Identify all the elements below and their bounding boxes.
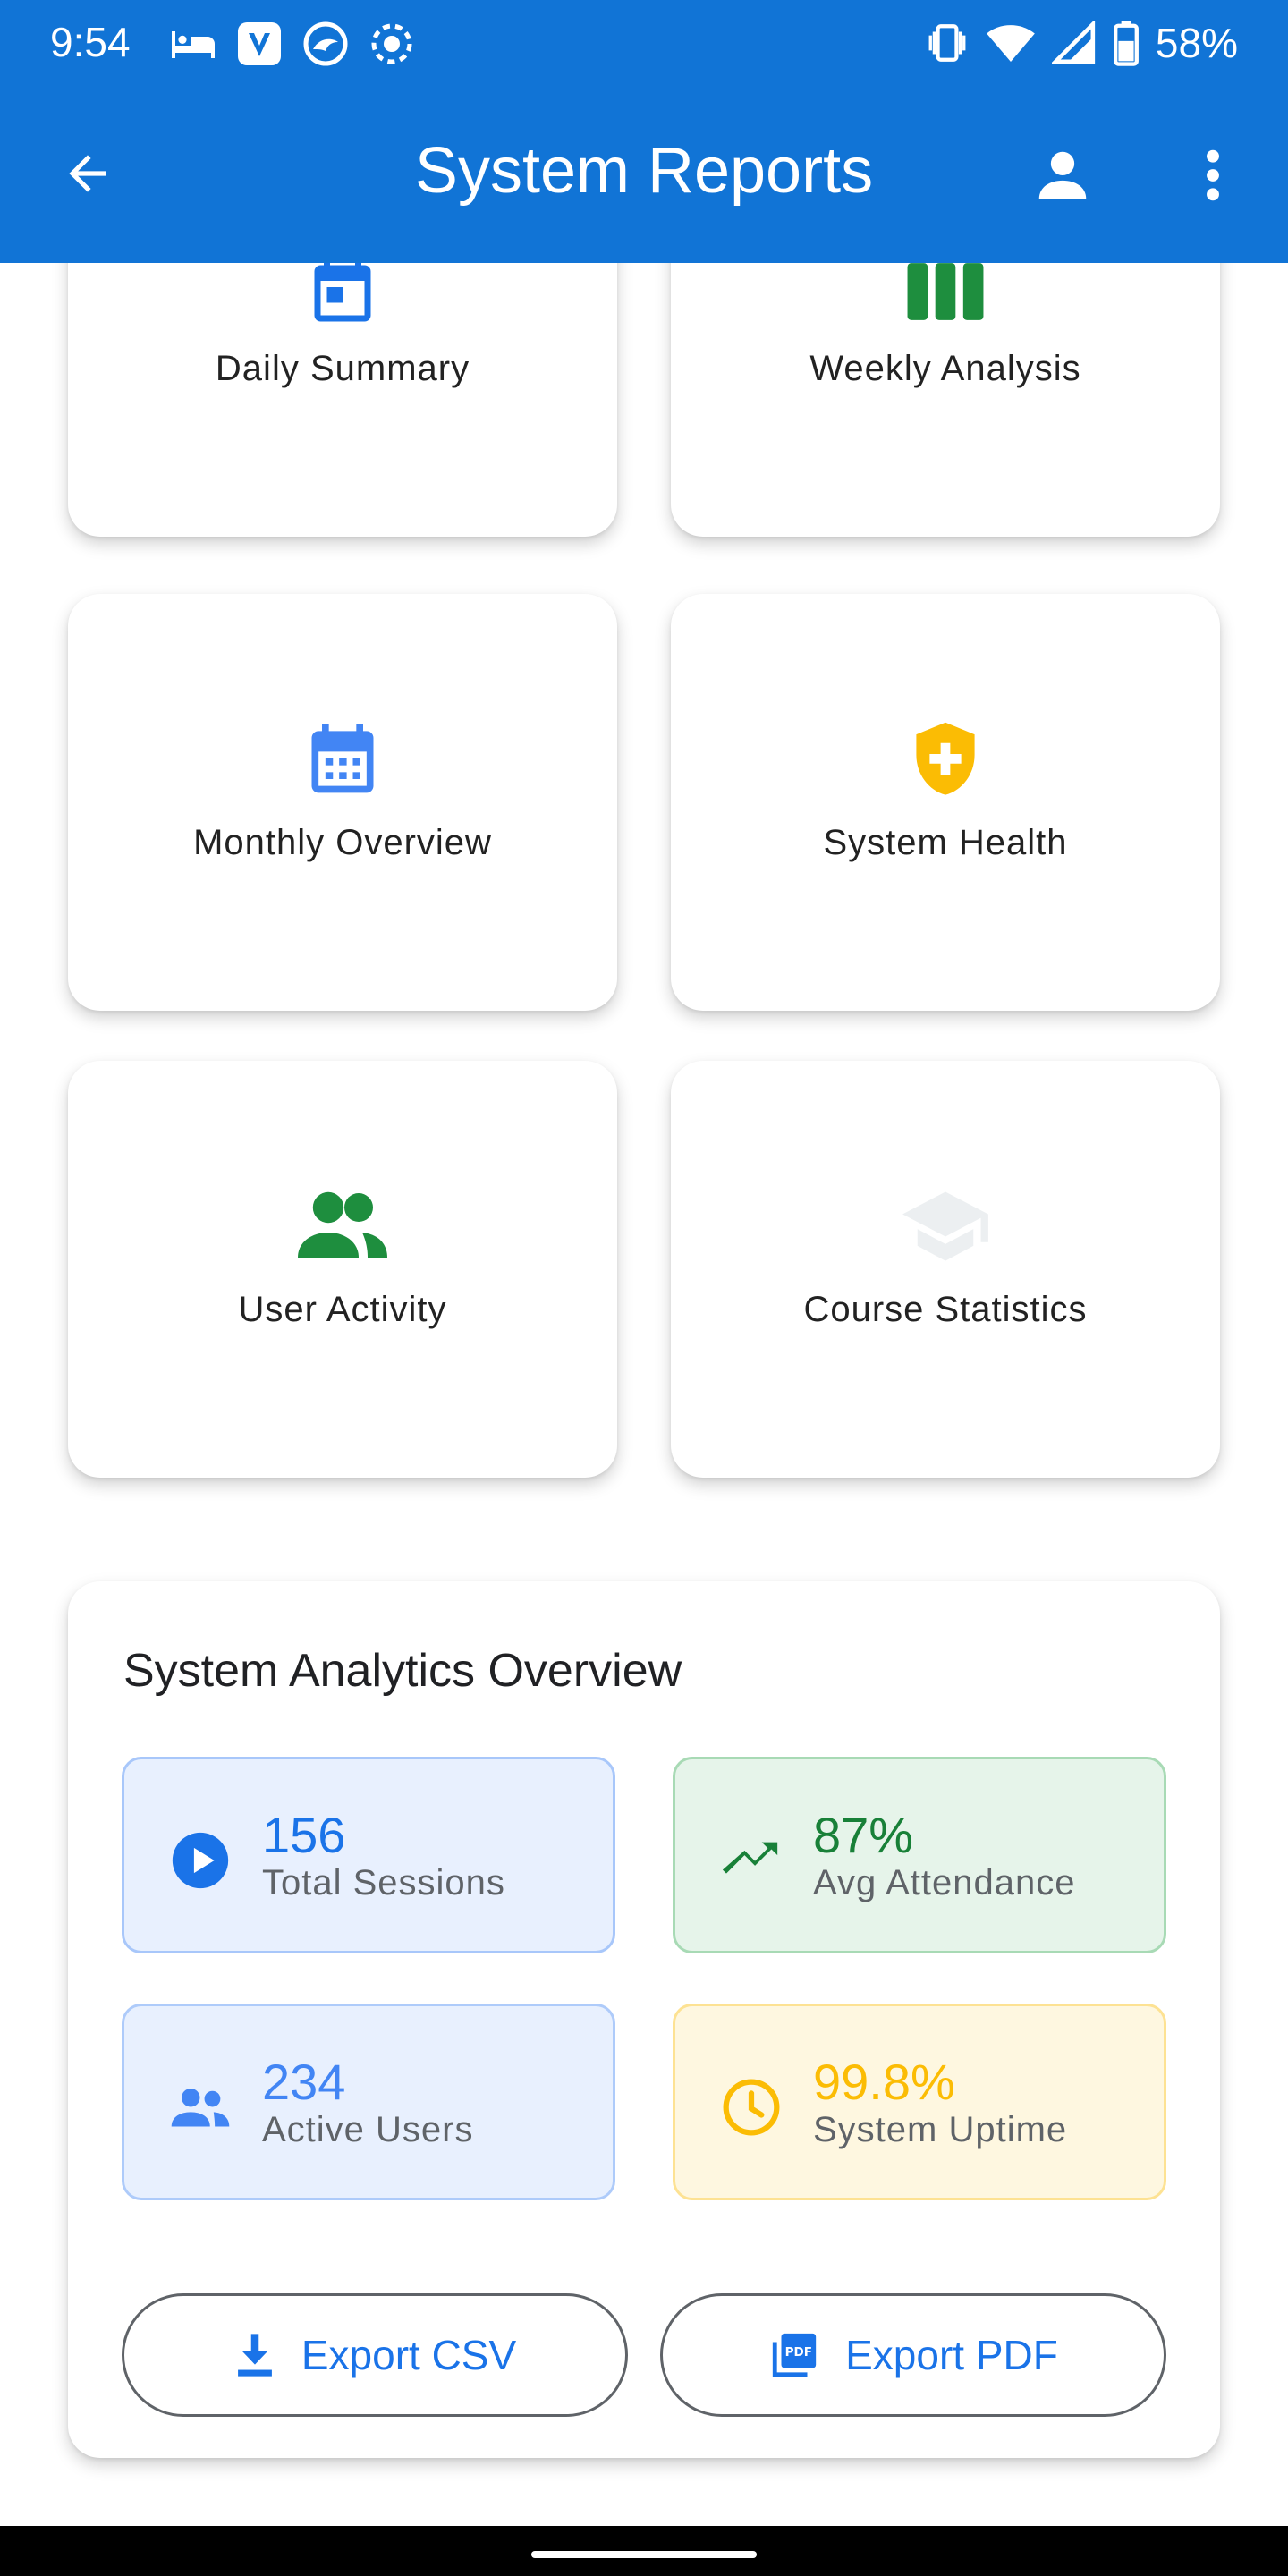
school-icon [902,1191,988,1261]
profile-button[interactable] [1027,140,1098,211]
card-label: User Activity [238,1290,447,1329]
stat-label: Active Users [262,2110,474,2149]
app-bar: System Reports [0,86,1288,263]
notification-icons [170,20,415,68]
status-bar: 9:54 58% [0,0,1288,86]
monthly-overview-card[interactable]: Monthly Overview [68,594,617,1011]
daily-summary-card[interactable]: Daily Summary [68,263,617,537]
analytics-overview-card: System Analytics Overview 156 Total Sess… [68,1581,1220,2458]
stat-total-sessions: 156 Total Sessions [122,1757,615,1953]
system-icons: 58% [925,16,1238,70]
home-gesture-handle[interactable] [531,2551,757,2558]
status-time: 9:54 [50,19,131,65]
navigation-bar [0,2526,1288,2576]
card-label: Weekly Analysis [809,349,1081,388]
svg-text:PDF: PDF [785,2345,812,2360]
stat-value: 156 [262,1807,346,1863]
v-app-icon [238,22,281,65]
stat-label: Avg Attendance [813,1863,1076,1902]
pdf-file-icon: PDF [772,2333,817,2377]
person-icon [1038,151,1087,199]
group-icon [171,2089,230,2127]
weekly-analysis-card[interactable]: Weekly Analysis [671,263,1220,537]
export-pdf-button[interactable]: PDF Export PDF [660,2293,1166,2417]
stat-value: 234 [262,2054,346,2110]
course-statistics-card[interactable]: Course Statistics [671,1061,1220,1478]
download-icon [237,2334,272,2377]
wifi-icon [987,25,1035,63]
system-health-card[interactable]: System Health [671,594,1220,1011]
calendar-month-icon [311,724,374,793]
trending-up-icon [722,1842,778,1874]
stat-system-uptime: 99.8% System Uptime [673,2004,1166,2200]
play-circle-icon [172,1832,229,1889]
vibrate-icon [928,24,966,62]
section-title: System Analytics Overview [123,1645,682,1697]
battery-percent: 58% [1155,20,1238,66]
user-activity-card[interactable]: User Activity [68,1061,617,1478]
stat-avg-attendance: 87% Avg Attendance [673,1757,1166,1953]
stat-value: 87% [813,1807,914,1863]
stat-label: System Uptime [813,2110,1068,2149]
battery-icon [1113,21,1139,66]
stat-active-users: 234 Active Users [122,2004,615,2200]
export-csv-button[interactable]: Export CSV [122,2293,628,2417]
cell-signal-icon [1051,21,1096,64]
export-csv-label: Export CSV [301,2332,517,2378]
stat-value: 99.8% [813,2054,955,2110]
bed-icon [172,31,215,58]
record-icon [371,23,412,64]
card-label: System Health [823,823,1068,862]
people-icon [298,1191,387,1258]
stat-label: Total Sessions [262,1863,505,1902]
export-pdf-label: Export PDF [845,2332,1058,2378]
card-label: Monthly Overview [193,823,492,862]
more-vert-icon [1207,149,1219,201]
more-options-button[interactable] [1179,140,1247,211]
bird-app-icon [303,21,348,66]
report-content[interactable]: Daily Summary Weekly Analysis Monthly Ov… [0,263,1288,2526]
view-week-icon [907,263,984,320]
card-label: Daily Summary [215,349,470,388]
health-shield-icon [916,722,975,795]
card-label: Course Statistics [803,1290,1088,1329]
clock-icon [723,2079,780,2136]
calendar-day-icon [314,263,371,322]
